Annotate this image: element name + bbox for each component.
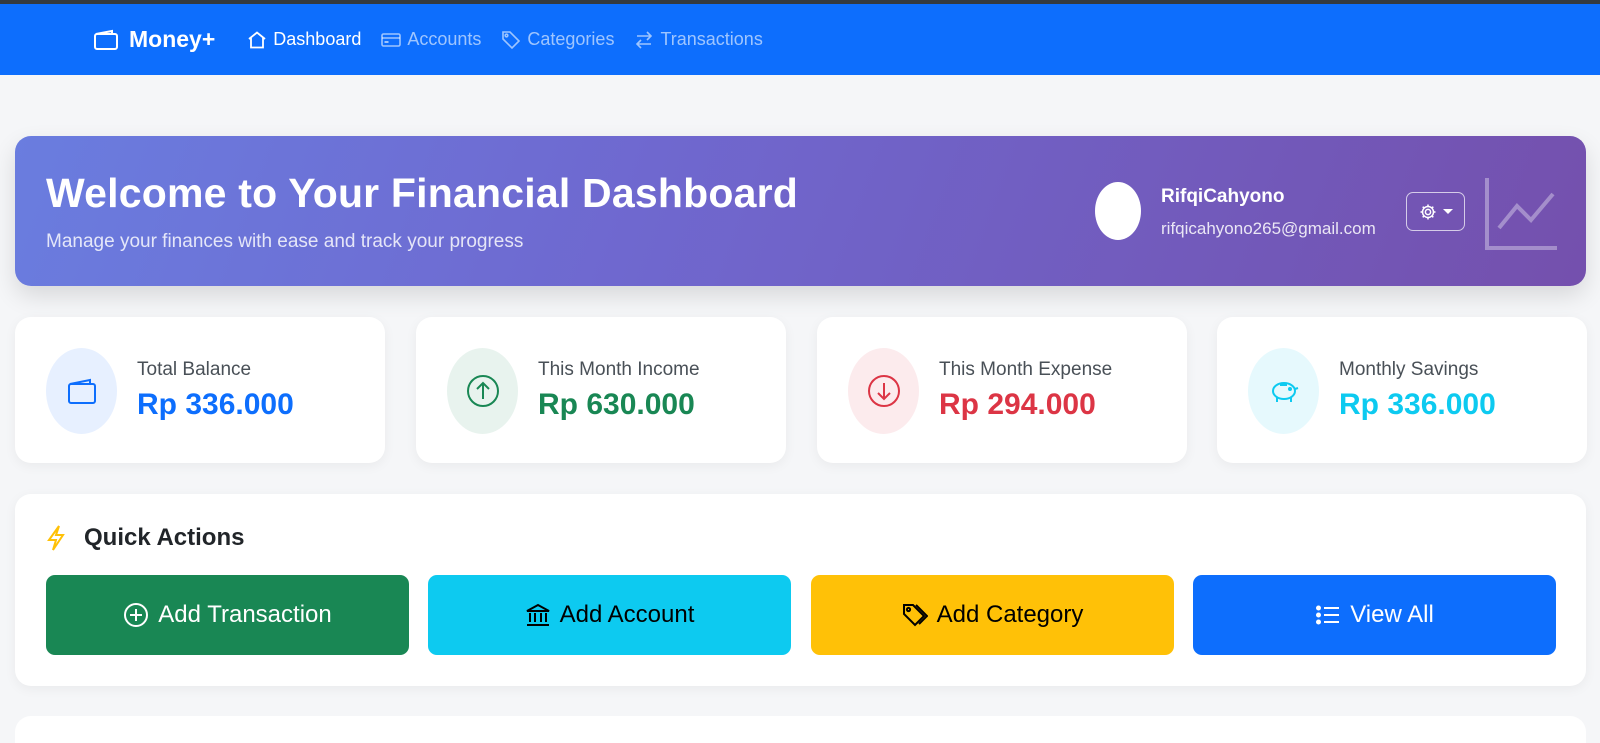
nav-categories-label: Categories	[527, 29, 615, 49]
stat-value: Rp 336.000	[1339, 388, 1496, 421]
quick-actions-header: Quick Actions	[46, 524, 244, 552]
add-transaction-label: Add Transaction	[158, 601, 332, 628]
avatar[interactable]	[1095, 182, 1141, 240]
tags-icon	[902, 604, 928, 627]
user-email: rifqicahyono265@gmail.com	[1161, 219, 1376, 238]
next-section-card	[15, 716, 1586, 743]
lightning-icon	[47, 525, 65, 551]
stat-card-monthly-savings: Monthly Savings Rp 336.000	[1217, 317, 1587, 463]
gear-icon	[1420, 204, 1435, 219]
arrow-up-circle-icon	[466, 375, 499, 407]
arrow-left-right-icon	[636, 30, 653, 49]
tags-icon	[502, 30, 521, 49]
arrow-down-circle-icon	[867, 375, 900, 407]
add-account-label: Add Account	[559, 601, 695, 628]
stat-card-month-expense: This Month Expense Rp 294.000	[817, 317, 1187, 463]
add-account-button[interactable]: Add Account	[428, 575, 791, 655]
house-icon	[248, 30, 266, 48]
stat-label: Total Balance	[137, 359, 252, 380]
piggy-bank-icon	[1271, 382, 1298, 402]
stat-value: Rp 336.000	[137, 388, 294, 421]
stat-value: Rp 294.000	[939, 388, 1096, 421]
page-subtitle: Manage your finances with ease and track…	[46, 231, 524, 252]
credit-card-icon	[381, 32, 402, 47]
stat-icon-wrapper	[46, 348, 117, 434]
list-icon	[1316, 605, 1340, 625]
wallet-icon	[67, 378, 96, 404]
wallet-icon	[94, 29, 118, 50]
welcome-banner: Welcome to Your Financial Dashboard Mana…	[15, 136, 1586, 286]
nav-dashboard-label: Dashboard	[273, 29, 362, 49]
nav-dashboard[interactable]: Dashboard	[247, 29, 361, 50]
view-all-label: View All	[1350, 601, 1434, 628]
view-all-button[interactable]: View All	[1193, 575, 1556, 655]
page-title: Welcome to Your Financial Dashboard	[46, 170, 798, 216]
nav-accounts[interactable]: Accounts	[381, 29, 481, 50]
quick-actions-title: Quick Actions	[84, 524, 245, 551]
nav-categories[interactable]: Categories	[501, 29, 614, 50]
nav-accounts-label: Accounts	[407, 29, 482, 49]
stat-icon-wrapper	[447, 348, 518, 434]
add-category-label: Add Category	[936, 601, 1084, 628]
bank-icon	[526, 603, 550, 626]
nav-transactions[interactable]: Transactions	[634, 29, 763, 50]
stat-card-month-income: This Month Income Rp 630.000	[416, 317, 786, 463]
stat-card-total-balance: Total Balance Rp 336.000	[15, 317, 385, 463]
brand-link[interactable]: Money+	[93, 26, 215, 53]
stat-label: This Month Income	[538, 359, 700, 380]
brand-name: Money+	[129, 26, 216, 52]
stat-label: This Month Expense	[939, 359, 1113, 380]
quick-actions-card: Quick Actions Add Transaction Add Accoun…	[15, 494, 1586, 686]
user-name: RifqiCahyono	[1161, 186, 1285, 207]
add-transaction-button[interactable]: Add Transaction	[46, 575, 409, 655]
plus-circle-icon	[124, 603, 149, 627]
graph-up-icon	[1485, 178, 1557, 250]
settings-dropdown-button[interactable]	[1406, 192, 1465, 231]
nav-transactions-label: Transactions	[660, 29, 763, 49]
add-category-button[interactable]: Add Category	[811, 575, 1174, 655]
navbar: Money+ Dashboard Accounts Categories Tra…	[0, 4, 1600, 75]
stat-value: Rp 630.000	[538, 388, 695, 421]
stat-icon-wrapper	[1248, 348, 1319, 434]
stat-icon-wrapper	[848, 348, 919, 434]
chevron-down-icon	[1442, 209, 1453, 214]
stat-label: Monthly Savings	[1339, 359, 1479, 380]
